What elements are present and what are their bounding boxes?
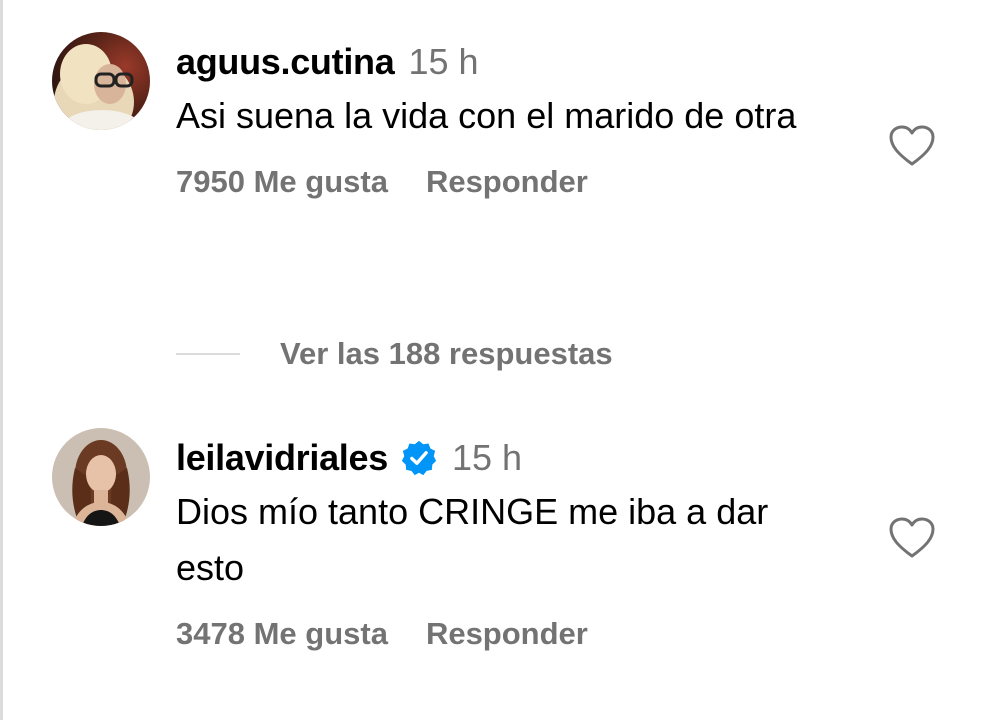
reply-button[interactable]: Responder xyxy=(426,164,588,200)
likes-count[interactable]: 3478 Me gusta xyxy=(176,616,388,652)
verified-badge-icon xyxy=(400,439,438,477)
replies-divider-line xyxy=(176,353,240,355)
comment-timestamp[interactable]: 15 h xyxy=(408,41,478,83)
comment-timestamp[interactable]: 15 h xyxy=(452,437,522,479)
comment-text: Asi suena la vida con el marido de otra xyxy=(176,95,797,136)
comment-username[interactable]: leilavidriales xyxy=(176,437,388,479)
comment-username[interactable]: aguus.cutina xyxy=(176,41,395,83)
heart-outline-icon xyxy=(889,517,935,558)
avatar[interactable] xyxy=(52,32,150,130)
comment-text: Dios mío tanto CRINGE me iba a dar esto xyxy=(176,491,769,588)
likes-count[interactable]: 7950 Me gusta xyxy=(176,164,388,200)
like-button[interactable] xyxy=(888,124,936,168)
heart-outline-icon xyxy=(889,125,935,166)
like-button[interactable] xyxy=(888,516,936,560)
avatar-photo-icon xyxy=(52,428,150,526)
reply-button[interactable]: Responder xyxy=(426,616,588,652)
view-replies-toggle[interactable]: Ver las 188 respuestas xyxy=(176,334,613,374)
avatar[interactable] xyxy=(52,428,150,526)
avatar-photo-icon xyxy=(52,32,150,130)
left-divider xyxy=(0,0,3,720)
view-replies-label[interactable]: Ver las 188 respuestas xyxy=(280,336,613,372)
